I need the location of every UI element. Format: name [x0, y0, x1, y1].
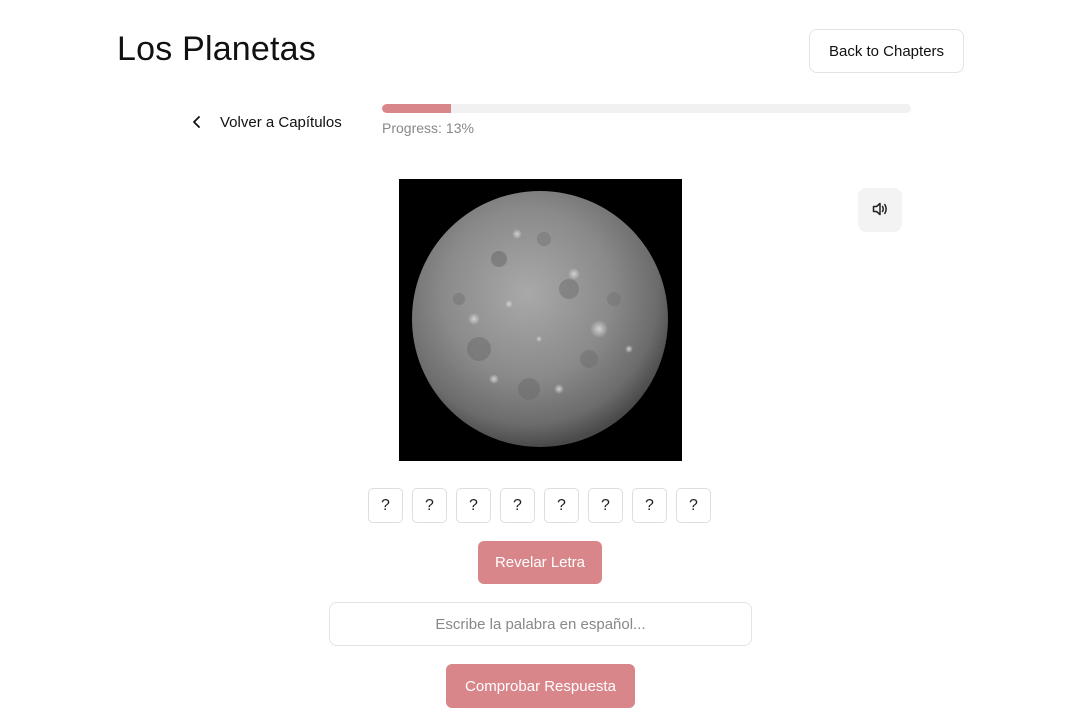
progress-text: Progress: 13%	[382, 120, 911, 136]
progress-label: Progress:	[382, 120, 442, 136]
chevron-left-icon	[188, 113, 206, 131]
volver-label: Volver a Capítulos	[220, 113, 342, 131]
progress-section: Progress: 13%	[382, 104, 911, 136]
progress-bar	[382, 104, 911, 113]
letter-box: ?	[412, 488, 447, 523]
planet-image	[399, 179, 682, 461]
letter-box: ?	[588, 488, 623, 523]
page-title: Los Planetas	[117, 30, 316, 68]
letter-box: ?	[544, 488, 579, 523]
reveal-letter-button[interactable]: Revelar Letra	[478, 541, 602, 584]
back-to-chapters-button[interactable]: Back to Chapters	[809, 29, 964, 73]
check-answer-button[interactable]: Comprobar Respuesta	[446, 664, 635, 708]
speaker-volume-icon	[871, 200, 889, 221]
play-audio-button[interactable]	[858, 188, 902, 232]
volver-a-capitulos-link[interactable]: Volver a Capítulos	[188, 106, 342, 138]
letter-box: ?	[368, 488, 403, 523]
letter-box: ?	[676, 488, 711, 523]
letter-boxes: ? ? ? ? ? ? ? ?	[368, 488, 711, 523]
letter-box: ?	[456, 488, 491, 523]
progress-value: 13%	[445, 120, 474, 136]
letter-box: ?	[500, 488, 535, 523]
progress-bar-fill	[382, 104, 451, 113]
answer-input[interactable]	[329, 602, 752, 646]
letter-box: ?	[632, 488, 667, 523]
